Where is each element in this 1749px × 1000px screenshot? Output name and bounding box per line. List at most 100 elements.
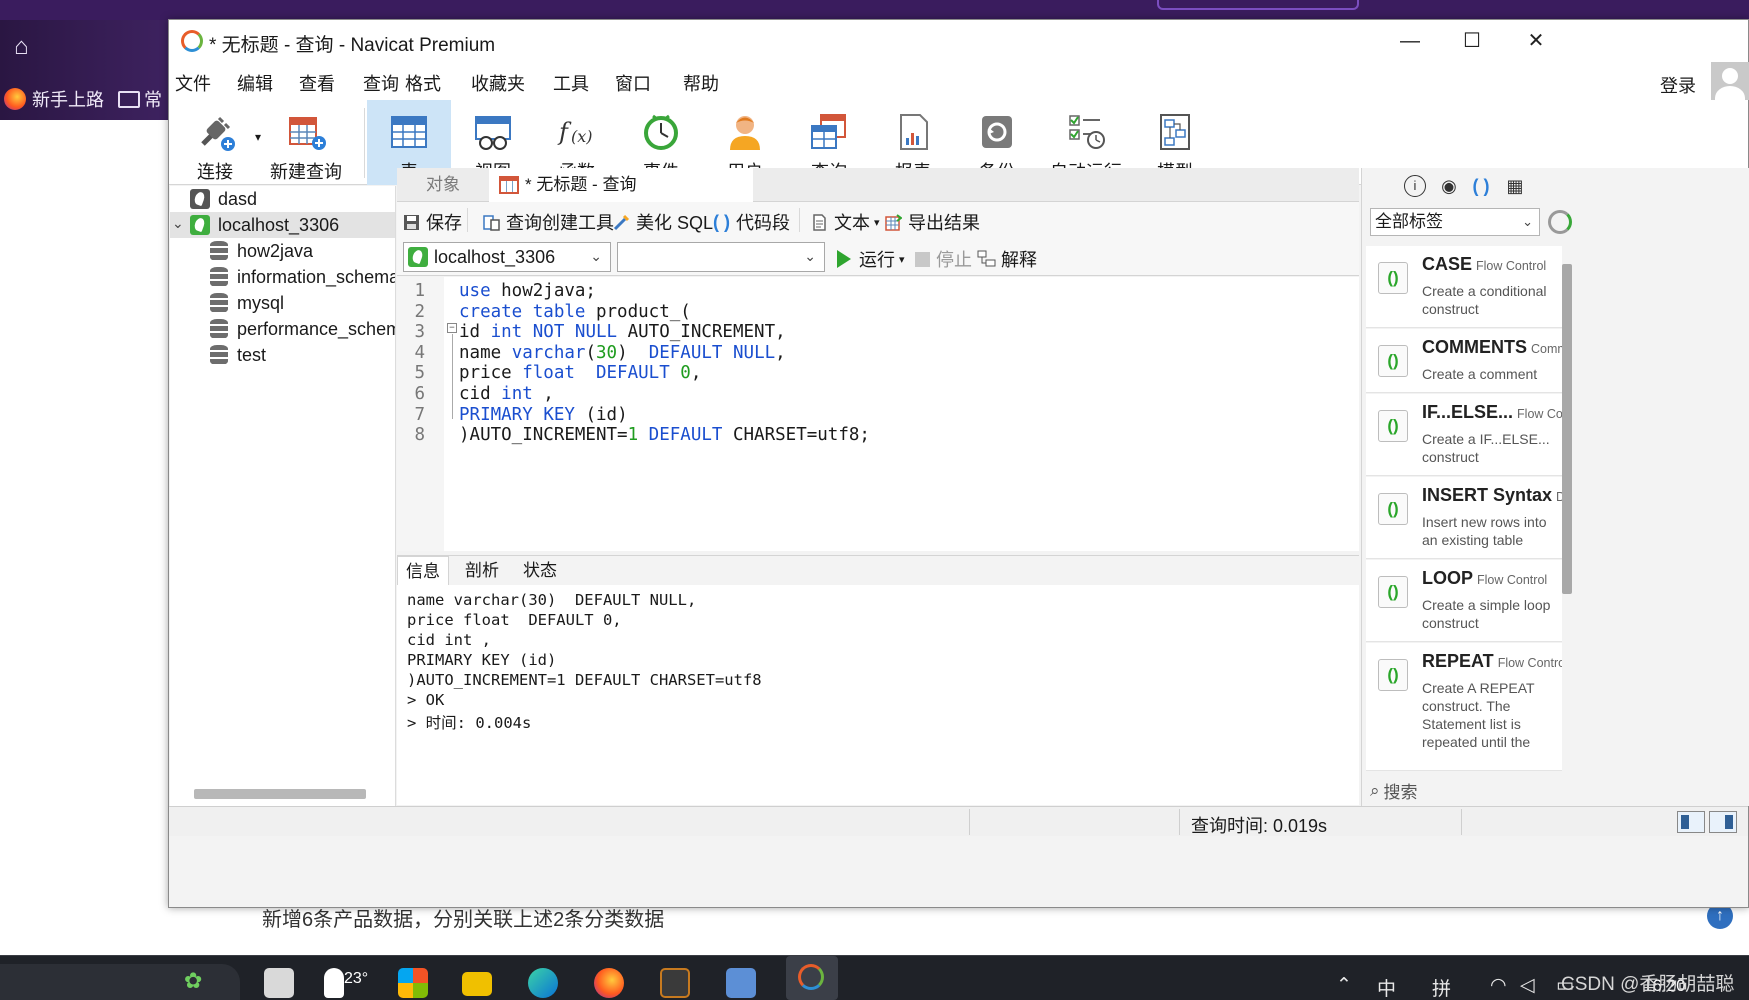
tree-database[interactable]: information_schema [210, 264, 395, 290]
maximize-button[interactable]: ☐ [1449, 24, 1495, 58]
toolbar-connect[interactable]: 连接 [173, 100, 257, 185]
tree-horizontal-scrollbar[interactable] [194, 789, 366, 799]
snippet-icon[interactable]: ( ) [1470, 175, 1492, 197]
grid-icon[interactable]: ▦ [1504, 175, 1526, 197]
menu-window[interactable]: 窗口 [615, 70, 651, 96]
tab-info[interactable]: 信息 [397, 556, 449, 586]
tree-database[interactable]: test [210, 342, 266, 368]
close-button[interactable]: ✕ [1513, 24, 1559, 58]
result-line: > 时间: 0.004s [407, 714, 532, 732]
code-snippet-button[interactable]: ( ) 代码段 [713, 209, 790, 235]
tag-filter-select[interactable]: 全部标签 ⌄ [1370, 208, 1540, 236]
wifi-icon[interactable]: ◠ [1490, 974, 1507, 997]
login-button[interactable]: 登录 [1660, 72, 1696, 98]
snippet-comments[interactable]: () COMMENTS Comm Create a comment [1366, 329, 1562, 393]
app-icon[interactable] [264, 968, 294, 998]
firefox-icon[interactable] [594, 968, 624, 998]
menu-file[interactable]: 文件 [175, 70, 211, 96]
database-select[interactable]: ⌄ [617, 242, 825, 272]
snippet-description: Create a IF...ELSE... construct [1422, 431, 1550, 465]
volume-icon[interactable]: ◁ [1520, 974, 1535, 997]
menu-favorites[interactable]: 收藏夹 [471, 70, 525, 96]
folder-icon[interactable] [462, 972, 492, 996]
chevron-down-icon: ▾ [874, 216, 880, 229]
fold-toggle-icon[interactable]: − [447, 323, 457, 333]
menu-view[interactable]: 查看 [299, 70, 335, 96]
menu-help[interactable]: 帮助 [683, 70, 719, 96]
tree-connection-dasd[interactable]: dasd [190, 186, 395, 212]
ime-mode[interactable]: 中 [1377, 974, 1396, 1000]
connection-select[interactable]: localhost_3306 ⌄ [403, 242, 611, 272]
stop-button[interactable]: 停止 [915, 246, 972, 272]
chevron-up-icon[interactable]: ⌃ [1336, 974, 1352, 997]
tree-connection-localhost[interactable]: localhost_3306 [170, 212, 395, 238]
explain-button[interactable]: 解释 [977, 246, 1037, 272]
bookmark-common[interactable]: 常 [144, 86, 162, 112]
store-icon[interactable] [398, 968, 428, 998]
chevron-down-icon[interactable]: ⌄ [172, 215, 184, 232]
sql-editor[interactable]: − 1 use how2java; 2 create table product_(3… [397, 277, 1359, 551]
left-panel-toggle-icon[interactable] [1677, 811, 1705, 833]
plant-icon[interactable]: ✿ [184, 968, 214, 998]
connect-dropdown-icon[interactable]: ▾ [255, 130, 261, 144]
tab-objects[interactable]: 对象 [397, 168, 489, 202]
new-query-icon [289, 117, 326, 150]
weather-icon[interactable] [324, 968, 344, 998]
info-icon[interactable]: i [1404, 175, 1426, 197]
ime-pinyin[interactable]: 拼 [1432, 974, 1451, 1000]
snippet-insert-syntax[interactable]: () INSERT SyntaxDM Insert new rows into … [1366, 477, 1562, 559]
navicat-taskbar-button[interactable] [786, 956, 838, 1000]
minimize-button[interactable]: — [1387, 24, 1433, 58]
tree-database[interactable]: performance_schema [210, 316, 395, 342]
automation-icon [1069, 115, 1105, 149]
tab-query[interactable]: * 无标题 - 查询 [489, 168, 753, 202]
snippet-description: Create a conditional construct [1422, 283, 1547, 317]
snippet-description: Insert new rows into an existing table [1422, 514, 1547, 548]
snippet-scrollbar[interactable] [1562, 264, 1572, 594]
tab-profile[interactable]: 剖析 [457, 556, 507, 586]
snippet-icon: () [1378, 262, 1408, 294]
snippet-repeat[interactable]: () REPEAT Flow Control Create A REPEAT co… [1366, 643, 1562, 771]
tree-database[interactable]: how2java [210, 238, 313, 264]
snippet-type: Comm [1531, 342, 1562, 356]
edge-icon[interactable] [528, 968, 558, 998]
snippet-case[interactable]: () CASE Flow Control Create a conditional… [1366, 246, 1562, 328]
tab-status[interactable]: 状态 [515, 556, 565, 586]
taskbar: ✿ 23° ⌃ 中 拼 ◠ ◁ ▭ 16:20 [0, 955, 1749, 1000]
menu-tools[interactable]: 工具 [553, 70, 589, 96]
run-button[interactable]: 运行 ▾ [837, 246, 905, 272]
export-results-button[interactable]: 导出结果 [885, 209, 980, 235]
query-builder-button[interactable]: 查询创建工具 [483, 209, 614, 235]
menu-query[interactable]: 查询 [363, 70, 399, 96]
beautify-icon [613, 214, 630, 230]
eye-icon[interactable]: ◉ [1438, 175, 1460, 197]
beautify-sql-button[interactable]: 美化 SQL [613, 209, 713, 235]
save-button[interactable]: 保存 [403, 209, 462, 235]
avatar[interactable] [1711, 62, 1749, 100]
beautify-label: 美化 SQL [636, 213, 714, 233]
menu-edit[interactable]: 编辑 [237, 70, 273, 96]
snippet-icon: ( ) [713, 211, 730, 232]
text-button[interactable]: 文本 ▾ [811, 209, 880, 235]
bookmark-newbie[interactable]: 新手上路 [32, 86, 104, 112]
snippet-type: Flow Contr [1517, 407, 1562, 421]
home-icon[interactable]: ⌂ [14, 34, 40, 60]
tree-database[interactable]: mysql [210, 290, 284, 316]
backup-icon [982, 116, 1012, 148]
add-snippet-icon[interactable] [1548, 210, 1572, 234]
menu-format[interactable]: 格式 [405, 70, 441, 96]
snippet-search[interactable]: ⌕ 搜索 [1370, 778, 1418, 803]
tree-database-label: test [237, 344, 267, 365]
right-panel-toggle-icon[interactable] [1709, 811, 1737, 833]
model-icon [1160, 114, 1190, 150]
export-icon [885, 213, 902, 231]
chevron-down-icon: ▾ [899, 253, 905, 266]
snippet-loop[interactable]: () LOOP Flow Control Create a simple loop… [1366, 560, 1562, 642]
snippet-name: COMMENTS [1422, 337, 1527, 357]
app-icon[interactable] [660, 968, 690, 998]
snippet-panel: i ◉ ( ) ▦ 全部标签 ⌄ () CASE Flow Control Cre… [1361, 168, 1749, 806]
toolbar-new-query[interactable]: 新建查询 [265, 100, 347, 185]
snippet-if-else[interactable]: () IF...ELSE...Flow Contr Create a IF...… [1366, 394, 1562, 476]
status-divider [1461, 809, 1462, 835]
app-icon[interactable] [726, 968, 756, 998]
